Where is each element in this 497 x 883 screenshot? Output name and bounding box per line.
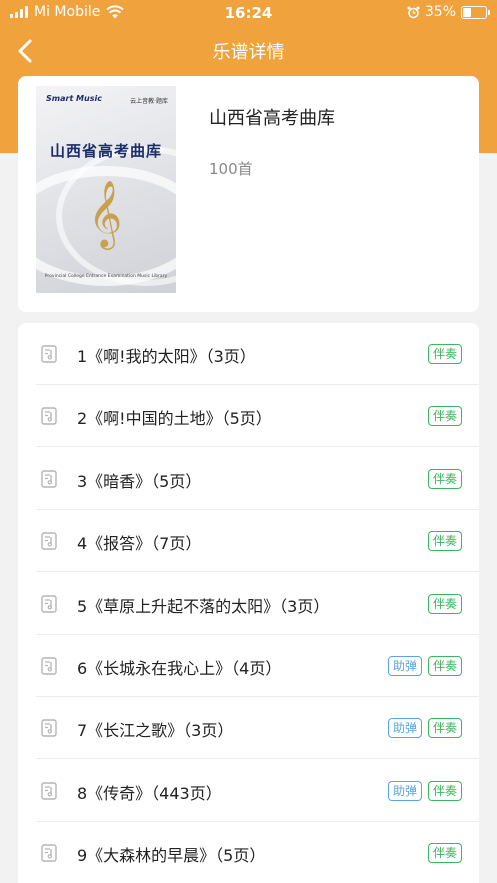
song-list-item[interactable]: 9《大森林的早晨》（5页） 伴奏 xyxy=(36,822,479,883)
battery-percent: 35% xyxy=(424,4,456,20)
song-list-item[interactable]: 1《啊!我的太阳》（3页） 伴奏 xyxy=(36,323,479,385)
alarm-icon xyxy=(407,6,420,18)
help-play-badge: 助弹 xyxy=(387,656,422,676)
song-title: 8《传奇》（443页） xyxy=(77,783,222,803)
accompaniment-badge: 伴奏 xyxy=(427,656,462,676)
nav-bar: 乐谱详情 xyxy=(0,26,497,76)
song-title: 7《长江之歌》（3页） xyxy=(77,721,234,741)
cover-title: 山西省高考曲库 xyxy=(49,142,162,160)
status-bar: Mi Mobile 16:24 35% xyxy=(0,0,497,26)
song-list-item[interactable]: 7《长江之歌》（3页） 助弹 伴奏 xyxy=(36,697,479,760)
song-list-item[interactable]: 3《暗香》（5页） 伴奏 xyxy=(36,448,479,510)
song-list-item[interactable]: 5《草原上升起不落的太阳》（3页） 伴奏 xyxy=(36,573,479,635)
sheet-music-icon xyxy=(41,657,57,675)
song-list: 1《啊!我的太阳》（3页） 伴奏 2《啊!中国的土地》（5页） 伴奏 3《暗香》（5页）… xyxy=(18,323,479,883)
song-tags: 助弹 伴奏 xyxy=(387,718,462,739)
sheet-music-icon xyxy=(41,407,57,426)
song-tags: 伴奏 xyxy=(427,531,462,552)
song-title: 9《大森林的早晨》（5页） xyxy=(77,846,266,866)
book-cover: Smart Music 云上音教·题库 山西省高考曲库 𝄞 Provincial… xyxy=(36,86,176,293)
cover-subtitle: Provincial College Entrance Examination … xyxy=(44,274,168,279)
sheet-music-icon xyxy=(41,345,57,363)
page-title: 乐谱详情 xyxy=(212,42,285,63)
help-play-badge: 助弹 xyxy=(387,718,422,739)
accompaniment-badge: 伴奏 xyxy=(427,406,462,427)
sheet-music-icon xyxy=(41,470,57,488)
book-info-card: Smart Music 云上音教·题库 山西省高考曲库 𝄞 Provincial… xyxy=(18,76,479,312)
song-list-item[interactable]: 8《传奇》（443页） 助弹 伴奏 xyxy=(36,760,479,822)
accompaniment-badge: 伴奏 xyxy=(427,531,462,552)
song-list-item[interactable]: 6《长城永在我心上》（4页） 助弹 伴奏 xyxy=(36,635,479,697)
book-title: 山西省高考曲库 xyxy=(209,108,335,129)
song-tags: 助弹 伴奏 xyxy=(387,780,462,801)
accompaniment-badge: 伴奏 xyxy=(427,780,462,801)
accompaniment-badge: 伴奏 xyxy=(427,718,462,739)
song-title: 2《啊!中国的土地》（5页） xyxy=(77,409,272,429)
song-tags: 助弹 伴奏 xyxy=(387,656,462,676)
treble-clef-icon: 𝄞 xyxy=(88,179,123,247)
song-list-item[interactable]: 4《报答》（7页） 伴奏 xyxy=(36,510,479,573)
accompaniment-badge: 伴奏 xyxy=(427,843,462,864)
song-title: 3《暗香》（5页） xyxy=(77,471,202,491)
sheet-music-icon xyxy=(41,844,57,862)
cover-tag: 云上音教·题库 xyxy=(130,98,168,105)
song-title: 1《啊!我的太阳》（3页） xyxy=(77,347,256,366)
song-title: 6《长城永在我心上》（4页） xyxy=(77,659,282,678)
song-list-item[interactable]: 2《啊!中国的土地》（5页） 伴奏 xyxy=(36,385,479,448)
song-tags: 伴奏 xyxy=(427,406,462,427)
cover-logo: Smart Music xyxy=(46,94,102,103)
sheet-music-icon xyxy=(41,719,57,738)
sheet-music-icon xyxy=(41,532,57,550)
song-count: 100首 xyxy=(209,160,253,178)
accompaniment-badge: 伴奏 xyxy=(427,344,462,364)
help-play-badge: 助弹 xyxy=(387,780,422,801)
song-tags: 伴奏 xyxy=(427,843,462,864)
song-tags: 伴奏 xyxy=(427,468,462,489)
song-title: 4《报答》（7页） xyxy=(77,534,202,554)
accompaniment-badge: 伴奏 xyxy=(427,468,462,489)
battery-icon xyxy=(461,5,490,19)
accompaniment-badge: 伴奏 xyxy=(427,593,462,614)
sheet-music-icon xyxy=(41,782,57,800)
song-tags: 伴奏 xyxy=(427,344,462,364)
song-title: 5《草原上升起不落的太阳》（3页） xyxy=(77,596,330,616)
sheet-music-icon xyxy=(41,594,57,613)
song-tags: 伴奏 xyxy=(427,593,462,614)
